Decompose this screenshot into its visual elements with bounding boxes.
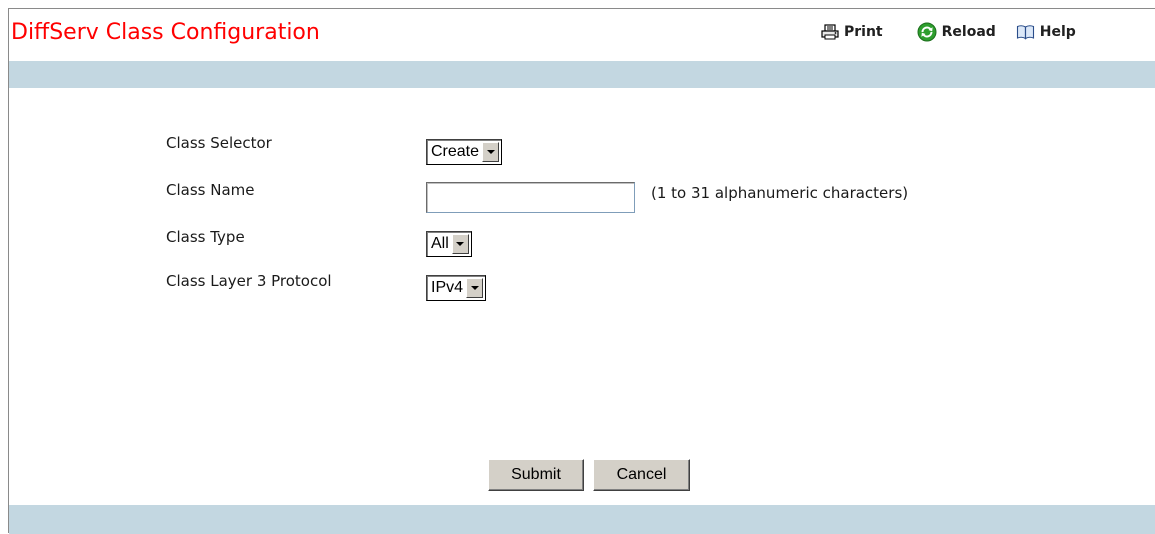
reload-label: Reload	[941, 24, 996, 40]
reload-icon	[917, 22, 937, 42]
class-type-value: All	[431, 235, 449, 252]
book-icon	[1016, 24, 1035, 40]
header-band	[9, 61, 1155, 88]
class-layer3-protocol-dropdown[interactable]: IPv4	[426, 275, 487, 301]
chevron-down-icon[interactable]	[482, 142, 500, 162]
class-name-input[interactable]	[426, 182, 635, 213]
help-label: Help	[1039, 24, 1076, 40]
class-type-dropdown[interactable]: All	[426, 231, 472, 257]
printer-icon	[821, 24, 839, 40]
toolbar: Print Reload Help	[821, 20, 1076, 44]
class-layer3-protocol-label: Class Layer 3 Protocol	[166, 272, 332, 290]
page-title: DiffServ Class Configuration	[11, 20, 320, 45]
cancel-button[interactable]: Cancel	[593, 459, 690, 491]
reload-button[interactable]: Reload	[917, 21, 996, 43]
footer-band	[9, 505, 1155, 534]
class-name-label: Class Name	[166, 181, 255, 199]
print-button[interactable]: Print	[821, 21, 883, 43]
class-layer3-protocol-value: IPv4	[431, 279, 464, 296]
help-button[interactable]: Help	[1016, 21, 1076, 43]
class-selector-dropdown[interactable]: Create	[426, 139, 503, 165]
chevron-down-icon[interactable]	[466, 278, 484, 298]
class-selector-label: Class Selector	[166, 134, 272, 152]
class-name-hint: (1 to 31 alphanumeric characters)	[651, 184, 909, 202]
submit-button[interactable]: Submit	[488, 459, 584, 491]
print-label: Print	[844, 24, 883, 40]
class-type-label: Class Type	[166, 228, 245, 246]
page-frame: DiffServ Class Configuration Print Reloa…	[8, 8, 1155, 534]
class-selector-value: Create	[431, 143, 480, 160]
chevron-down-icon[interactable]	[451, 234, 469, 254]
